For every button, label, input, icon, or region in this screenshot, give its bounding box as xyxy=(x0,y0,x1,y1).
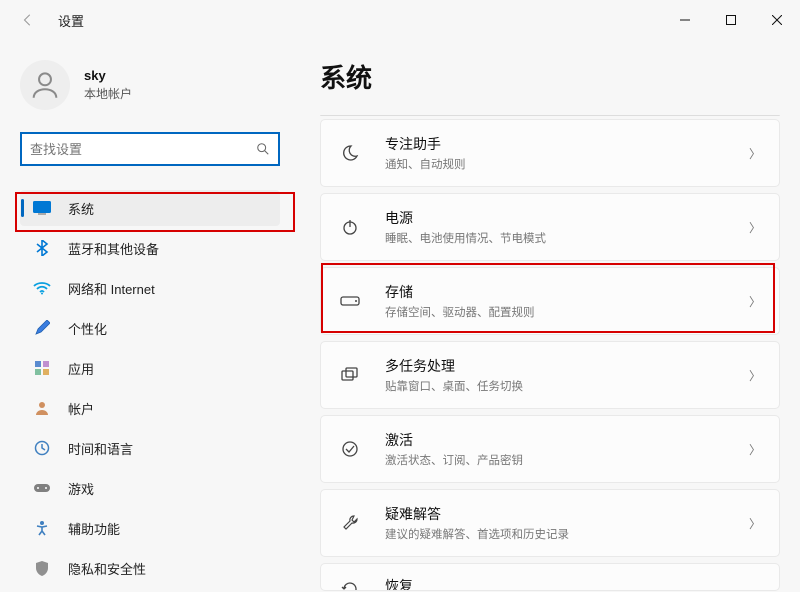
card-title: 疑难解答 xyxy=(385,504,749,524)
page-title: 系统 xyxy=(320,58,780,95)
shield-icon xyxy=(32,558,52,578)
nav-label: 网络和 Internet xyxy=(68,279,155,298)
card-sub: 睡眠、电池使用情况、节电模式 xyxy=(385,230,749,246)
nav-item-system[interactable]: 系统 xyxy=(20,190,280,226)
minimize-button[interactable] xyxy=(662,0,708,40)
card-title: 激活 xyxy=(385,430,749,450)
chevron-right-icon: 〉 xyxy=(749,515,761,532)
nav-item-privacy[interactable]: 隐私和安全性 xyxy=(20,550,280,586)
sidebar: sky 本地帐户 系统 蓝牙和其他设备 网络和 Internet 个 xyxy=(0,40,300,592)
card-power[interactable]: 电源睡眠、电池使用情况、节电模式 〉 xyxy=(320,193,780,261)
wrench-icon xyxy=(339,512,361,534)
wifi-icon xyxy=(32,278,52,298)
card-activation[interactable]: 激活激活状态、订阅、产品密钥 〉 xyxy=(320,415,780,483)
user-name: sky xyxy=(84,68,132,83)
brush-icon xyxy=(32,318,52,338)
nav-label: 时间和语言 xyxy=(68,439,133,458)
nav-label: 隐私和安全性 xyxy=(68,559,146,578)
check-icon xyxy=(339,438,361,460)
chevron-right-icon: 〉 xyxy=(749,441,761,458)
card-multitasking[interactable]: 多任务处理贴靠窗口、桌面、任务切换 〉 xyxy=(320,341,780,409)
nav-item-accounts[interactable]: 帐户 xyxy=(20,390,280,426)
accessibility-icon xyxy=(32,518,52,538)
user-block[interactable]: sky 本地帐户 xyxy=(20,60,280,110)
nav-item-personalization[interactable]: 个性化 xyxy=(20,310,280,346)
clock-icon xyxy=(32,438,52,458)
moon-icon xyxy=(339,142,361,164)
card-sub: 贴靠窗口、桌面、任务切换 xyxy=(385,378,749,394)
card-recovery[interactable]: 恢复 xyxy=(320,563,780,591)
nav-item-apps[interactable]: 应用 xyxy=(20,350,280,386)
window-controls xyxy=(662,0,800,40)
avatar xyxy=(20,60,70,110)
card-title: 电源 xyxy=(385,208,749,228)
recovery-icon xyxy=(339,578,361,591)
maximize-button[interactable] xyxy=(708,0,754,40)
card-title: 多任务处理 xyxy=(385,356,749,376)
card-troubleshoot[interactable]: 疑难解答建议的疑难解答、首选项和历史记录 〉 xyxy=(320,489,780,557)
nav-label: 辅助功能 xyxy=(68,519,120,538)
chevron-right-icon: 〉 xyxy=(749,293,761,310)
apps-icon xyxy=(32,358,52,378)
person-icon xyxy=(32,398,52,418)
card-title: 存储 xyxy=(385,282,749,302)
card-focus-assist[interactable]: 专注助手通知、自动规则 〉 xyxy=(320,119,780,187)
cards: 专注助手通知、自动规则 〉 电源睡眠、电池使用情况、节电模式 〉 存储存储空间、… xyxy=(320,119,780,591)
chevron-right-icon: 〉 xyxy=(749,367,761,384)
card-storage[interactable]: 存储存储空间、驱动器、配置规则 〉 xyxy=(320,267,780,335)
nav-label: 应用 xyxy=(68,359,94,378)
search-input[interactable] xyxy=(30,142,256,157)
main: 系统 专注助手通知、自动规则 〉 电源睡眠、电池使用情况、节电模式 〉 存储存储… xyxy=(300,40,800,592)
multitask-icon xyxy=(339,364,361,386)
nav: 系统 蓝牙和其他设备 网络和 Internet 个性化 应用 帐户 xyxy=(20,190,280,586)
power-icon xyxy=(339,216,361,238)
back-button[interactable] xyxy=(18,10,38,30)
nav-item-bluetooth[interactable]: 蓝牙和其他设备 xyxy=(20,230,280,266)
nav-item-accessibility[interactable]: 辅助功能 xyxy=(20,510,280,546)
storage-icon xyxy=(339,290,361,312)
titlebar: 设置 xyxy=(0,0,800,40)
card-sub: 通知、自动规则 xyxy=(385,156,749,172)
nav-item-gaming[interactable]: 游戏 xyxy=(20,470,280,506)
close-button[interactable] xyxy=(754,0,800,40)
gamepad-icon xyxy=(32,478,52,498)
nav-label: 系统 xyxy=(68,199,94,218)
card-sub: 建议的疑难解答、首选项和历史记录 xyxy=(385,526,749,542)
bluetooth-icon xyxy=(32,238,52,258)
card-sub: 激活状态、订阅、产品密钥 xyxy=(385,452,749,468)
nav-label: 蓝牙和其他设备 xyxy=(68,239,159,258)
chevron-right-icon: 〉 xyxy=(749,145,761,162)
card-title: 恢复 xyxy=(385,576,761,591)
system-icon xyxy=(32,198,52,218)
card-sub: 存储空间、驱动器、配置规则 xyxy=(385,304,749,320)
nav-label: 帐户 xyxy=(68,399,94,418)
nav-item-network[interactable]: 网络和 Internet xyxy=(20,270,280,306)
window-title: 设置 xyxy=(58,11,84,30)
user-sub: 本地帐户 xyxy=(84,85,132,102)
search-box[interactable] xyxy=(20,132,280,166)
nav-label: 个性化 xyxy=(68,319,107,338)
search-icon xyxy=(256,142,270,156)
card-title: 专注助手 xyxy=(385,134,749,154)
nav-label: 游戏 xyxy=(68,479,94,498)
nav-item-time-language[interactable]: 时间和语言 xyxy=(20,430,280,466)
chevron-right-icon: 〉 xyxy=(749,219,761,236)
